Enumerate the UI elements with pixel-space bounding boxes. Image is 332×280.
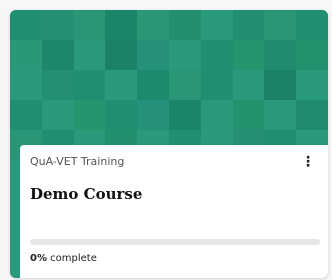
pattern-tile [41, 70, 74, 100]
pattern-tile [41, 100, 74, 130]
pattern-tile [200, 70, 233, 100]
course-card[interactable]: QuA-VET Training ⋮ Demo Course 0% comple… [10, 10, 328, 278]
pattern-tile [137, 40, 169, 70]
pattern-tile [232, 70, 265, 100]
course-image-pattern[interactable] [10, 10, 328, 160]
pattern-tile [232, 10, 265, 40]
pattern-tile [10, 10, 42, 40]
pattern-tile [137, 70, 169, 100]
pattern-tile [10, 70, 42, 100]
pattern-tile [168, 70, 201, 100]
pattern-tile [264, 40, 297, 70]
pattern-tile [264, 10, 297, 40]
pattern-tile [41, 10, 74, 40]
pattern-tile [200, 40, 233, 70]
course-info-panel: QuA-VET Training ⋮ Demo Course 0% comple… [20, 145, 328, 278]
progress-label: complete [46, 253, 97, 264]
pattern-tile [10, 40, 42, 70]
pattern-tile [105, 40, 138, 70]
pattern-tile [200, 10, 233, 40]
pattern-tile [73, 10, 106, 40]
course-title[interactable]: Demo Course [30, 185, 142, 203]
progress-text: 0% complete [30, 253, 97, 264]
pattern-tile [168, 100, 201, 130]
more-vertical-icon[interactable]: ⋮ [300, 153, 316, 171]
pattern-tile [296, 100, 328, 130]
pattern-tile [105, 70, 138, 100]
pattern-tile [200, 100, 233, 130]
pattern-tile [264, 70, 297, 100]
pattern-tile [73, 100, 106, 130]
progress-value: 0% [30, 253, 47, 264]
progress-bar [30, 239, 320, 245]
pattern-tile [264, 100, 297, 130]
pattern-tile [105, 10, 138, 40]
pattern-tile [296, 10, 328, 40]
pattern-tile [232, 40, 265, 70]
pattern-tile [137, 100, 169, 130]
pattern-tile [41, 40, 74, 70]
pattern-tile [73, 40, 106, 70]
pattern-tile [137, 10, 169, 40]
pattern-tile [105, 100, 138, 130]
pattern-tile [232, 100, 265, 130]
pattern-tile [296, 70, 328, 100]
course-category: QuA-VET Training [30, 155, 125, 168]
pattern-tile [296, 40, 328, 70]
pattern-tile [73, 70, 106, 100]
pattern-tile [168, 10, 201, 40]
pattern-tile [168, 40, 201, 70]
pattern-tile [10, 100, 42, 130]
